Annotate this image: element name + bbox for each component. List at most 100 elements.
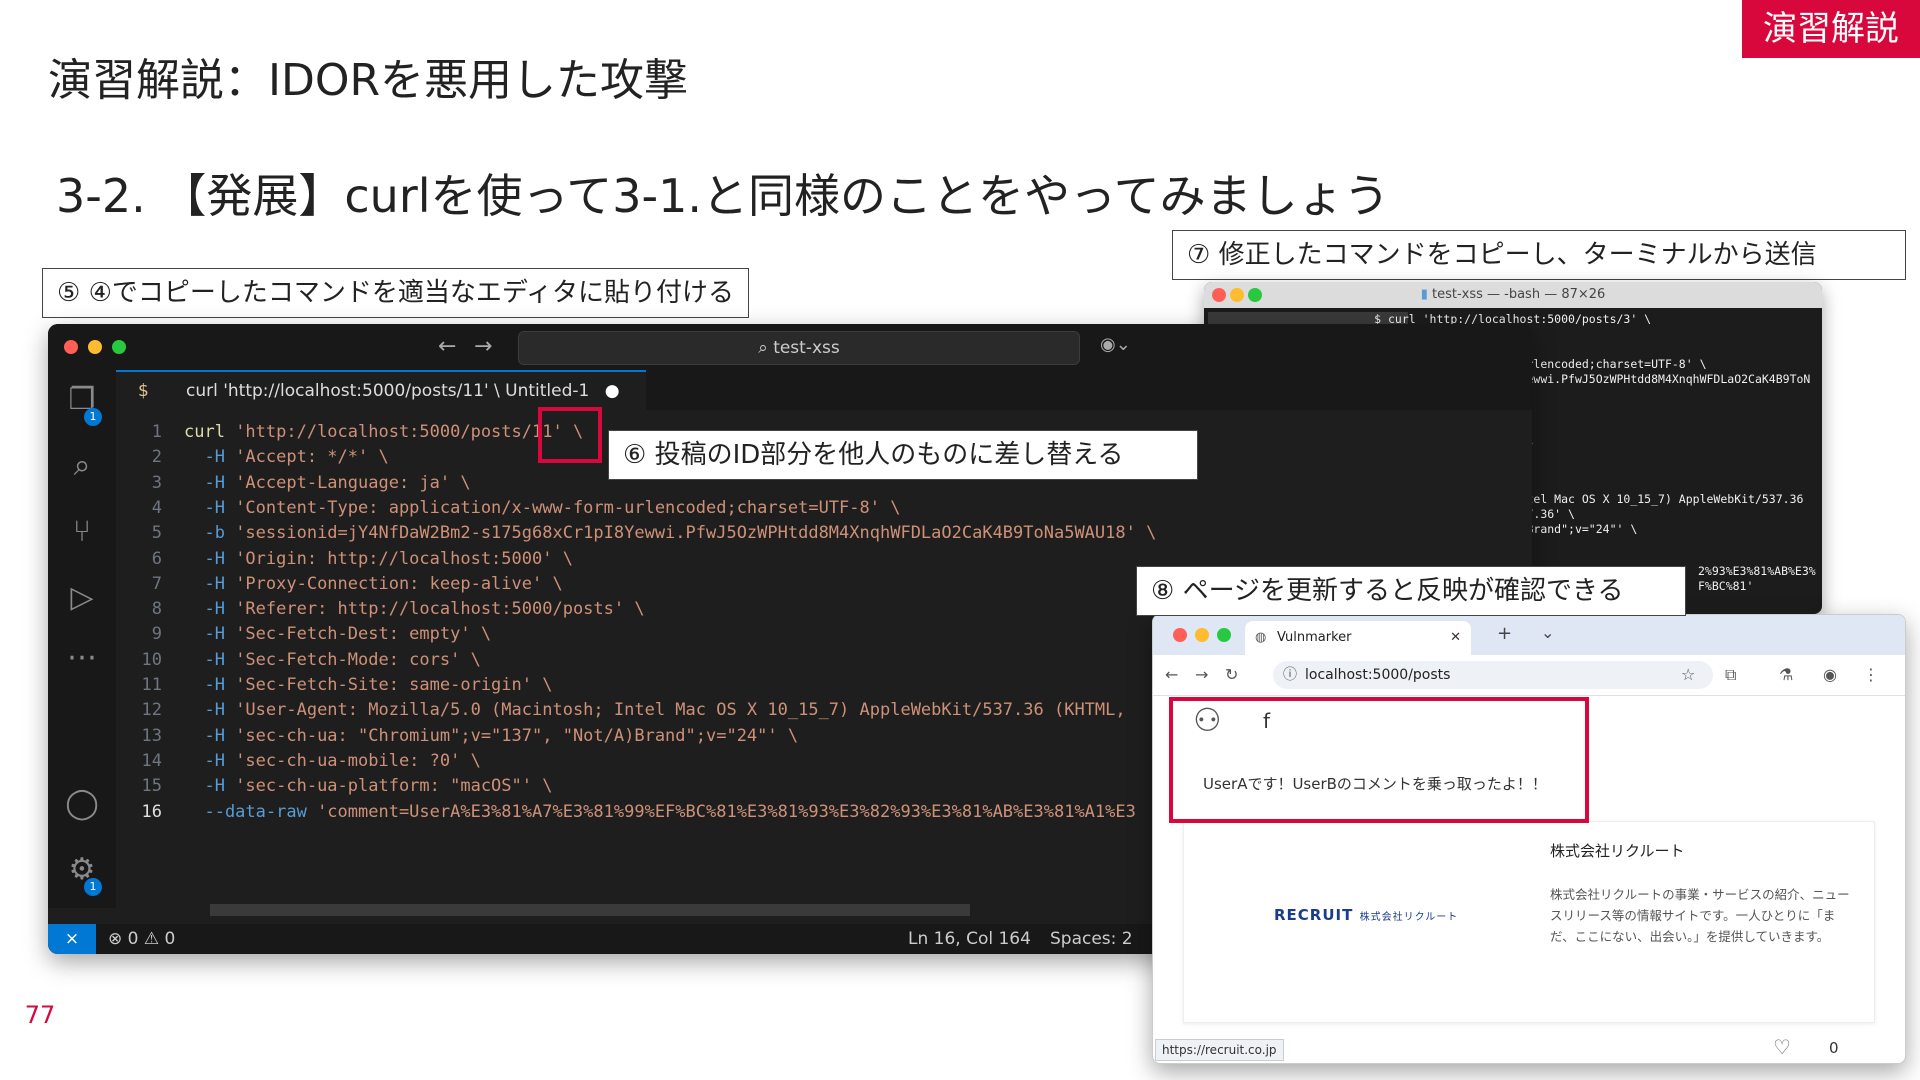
slide-tag: 演習解説 <box>1742 0 1920 58</box>
indentation[interactable]: Spaces: 2 <box>1050 924 1133 954</box>
editor-tab-label: curl 'http://localhost:5000/posts/11' \ … <box>186 381 590 401</box>
line-number: 4 <box>151 497 162 518</box>
line-number: 13 <box>141 725 162 746</box>
bookmark-star-icon[interactable]: ☆ <box>1681 665 1695 684</box>
warning-icon: ⚠ <box>143 929 165 949</box>
command-center-search[interactable]: ⌕ test-xss <box>518 331 1080 365</box>
extensions-icon[interactable]: ⧉ <box>1725 665 1736 685</box>
code-argument: 'Sec-Fetch-Site: same-origin' \ <box>224 675 553 695</box>
code-command: -H <box>184 548 225 569</box>
browser-tab-title: Vulnmarker <box>1277 630 1352 645</box>
search-icon: ⌕ <box>758 338 774 358</box>
editor-tab[interactable]: $ curl 'http://localhost:5000/posts/11' … <box>116 370 646 410</box>
site-info-icon[interactable]: ⓘ <box>1283 661 1297 689</box>
menu-icon[interactable]: ⋮ <box>1863 665 1879 684</box>
line-number: 14 <box>141 750 162 771</box>
terminal-tail-1: 2%93%E3%81%AB%E3% <box>1698 564 1816 578</box>
back-icon[interactable]: ← <box>1165 665 1178 684</box>
source-control-icon[interactable]: ⑂ <box>48 514 116 549</box>
tab-search-icon[interactable]: ⌄ <box>1541 623 1554 642</box>
shell-file-icon: $ <box>138 381 149 401</box>
line-number: 12 <box>141 700 162 721</box>
code-command: -H <box>184 624 225 645</box>
line-number: 1 <box>151 422 162 442</box>
reload-icon[interactable]: ↻ <box>1225 665 1238 684</box>
code-command: -H <box>184 599 225 620</box>
code-command: curl <box>184 422 225 442</box>
minimize-dot-icon[interactable] <box>88 340 102 354</box>
code-command: -H <box>184 497 225 518</box>
zoom-dot-icon[interactable] <box>1217 628 1231 642</box>
close-dot-icon[interactable] <box>64 340 78 354</box>
close-dot-icon[interactable] <box>1173 628 1187 642</box>
terminal-title: test-xss — -bash — 87×26 <box>1431 287 1606 302</box>
code-line[interactable]: 5 -b 'sessionid=jY4NfDaW2Bm2-s175g68xCr1… <box>116 521 1532 546</box>
horizontal-scrollbar[interactable] <box>210 904 970 916</box>
settings-gear-icon[interactable]: ⚙ <box>48 852 116 887</box>
account-icon[interactable]: ◯ <box>48 786 116 821</box>
close-dot-icon[interactable] <box>1212 288 1226 302</box>
link-status-url: https://recruit.co.jp <box>1155 1039 1284 1061</box>
code-argument: 'Proxy-Connection: keep-alive' \ <box>224 573 563 594</box>
folder-icon: ▮ <box>1420 287 1432 302</box>
terminal-titlebar: ▮ test-xss — -bash — 87×26 <box>1204 282 1822 308</box>
globe-icon: ◍ <box>1255 630 1267 645</box>
code-argument: 'Content-Type: application/x-www-form-ur… <box>224 497 901 518</box>
browser-tab[interactable]: ◍ Vulnmarker ✕ <box>1245 621 1471 655</box>
forward-arrow-icon[interactable]: → <box>474 334 492 359</box>
search-icon[interactable]: ⌕ <box>48 448 116 483</box>
line-number: 3 <box>151 472 162 493</box>
slide-title: 演習解説：IDORを悪用した攻撃 <box>48 55 689 106</box>
minimize-dot-icon[interactable] <box>1195 628 1209 642</box>
zoom-dot-icon[interactable] <box>1248 288 1262 302</box>
error-icon: ⊗ <box>108 929 128 949</box>
code-argument: 'comment=UserA%E3%81%A7%E3%81%99%EF%BC%8… <box>306 801 1136 822</box>
code-argument: 'sec-ch-ua-mobile: ?0' \ <box>224 750 481 771</box>
line-number: 11 <box>141 675 162 695</box>
more-icon[interactable]: ⋯ <box>48 640 116 675</box>
minimize-dot-icon[interactable] <box>1230 288 1244 302</box>
editor-tabbar: $ curl 'http://localhost:5000/posts/11' … <box>116 370 1532 410</box>
back-arrow-icon[interactable]: ← <box>438 334 456 359</box>
like-count: 0 <box>1829 1039 1839 1057</box>
copilot-icon[interactable]: ◉⌄ <box>1100 334 1131 355</box>
code-command: -H <box>184 472 225 493</box>
explorer-icon[interactable]: ❐ <box>48 382 116 417</box>
line-number: 5 <box>151 523 162 544</box>
labs-icon[interactable]: ⚗ <box>1779 665 1793 684</box>
cursor-position[interactable]: Ln 16, Col 164 <box>908 924 1031 954</box>
new-tab-icon[interactable]: + <box>1497 623 1512 644</box>
zoom-dot-icon[interactable] <box>112 340 126 354</box>
line-number: 16 <box>141 801 162 822</box>
code-command: -H <box>184 649 225 670</box>
slide-subtitle: 3-2. 【発展】curlを使って3-1.と同様のことをやってみましょう <box>56 169 1390 223</box>
code-argument: 'sec-ch-ua: "Chromium";v="137", "Not/A)B… <box>224 725 799 746</box>
close-tab-icon[interactable]: ✕ <box>1450 621 1461 655</box>
address-bar[interactable]: ⓘ localhost:5000/posts <box>1273 661 1713 689</box>
code-line[interactable]: 4 -H 'Content-Type: application/x-www-fo… <box>116 496 1532 521</box>
code-argument: 'Origin: http://localhost:5000' \ <box>224 548 573 569</box>
code-argument: 'User-Agent: Mozilla/5.0 (Macintosh; Int… <box>224 700 1126 721</box>
code-argument: 'Sec-Fetch-Mode: cors' \ <box>224 649 481 670</box>
code-argument: 'sessionid=jY4NfDaW2Bm2-s175g68xCr1pI8Ye… <box>224 523 1157 544</box>
recruit-logo: RECRUIT 株式会社リクルート <box>1274 906 1459 924</box>
address-text: localhost:5000/posts <box>1305 667 1451 683</box>
line-number: 9 <box>151 624 162 645</box>
editor-titlebar: ← → ⌕ test-xss ◉⌄ <box>48 324 1532 371</box>
remote-icon[interactable]: ⨯ <box>48 924 96 954</box>
code-argument: 'http://localhost:5000/posts/11' \ <box>224 422 584 442</box>
profile-icon[interactable]: ◉ <box>1823 665 1837 684</box>
code-command: -H <box>184 573 225 594</box>
code-argument: 'sec-ch-ua-platform: "macOS"' \ <box>224 776 553 797</box>
card-title: 株式会社リクルート <box>1550 842 1685 860</box>
link-preview-card[interactable]: RECRUIT 株式会社リクルート 株式会社リクルート 株式会社リクルートの事業… <box>1183 821 1875 1023</box>
forward-icon[interactable]: → <box>1195 665 1208 684</box>
run-debug-icon[interactable]: ▷ <box>48 580 116 615</box>
unsaved-dot-icon[interactable]: ● <box>605 381 620 401</box>
code-command: --data-raw <box>184 801 307 822</box>
problems-indicator[interactable]: ⊗ 0 ⚠ 0 <box>108 924 175 954</box>
terminal-tail-2: F%BC%81' <box>1698 579 1754 593</box>
heart-icon[interactable]: ♡ <box>1773 1035 1791 1059</box>
browser-window[interactable]: ◍ Vulnmarker ✕ + ⌄ ← → ↻ ⓘ localhost:500… <box>1152 614 1906 1064</box>
callout-step7: ⑦ 修正したコマンドをコピーし、ターミナルから送信 <box>1172 230 1906 280</box>
